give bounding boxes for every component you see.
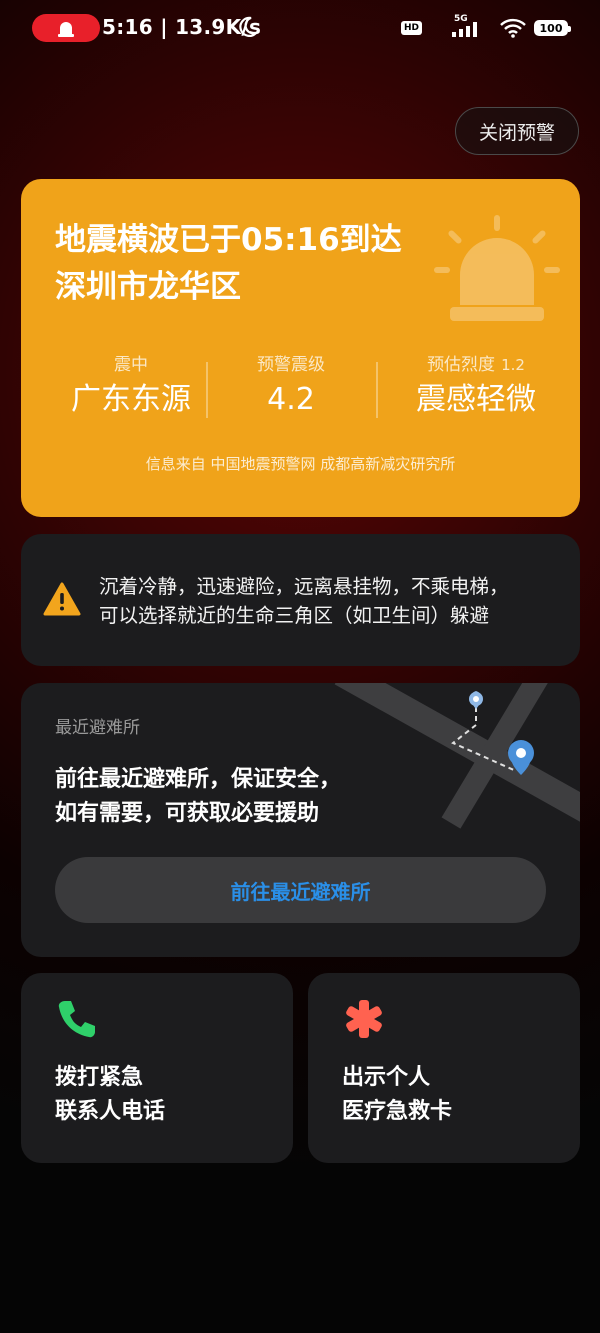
small-pin-icon [469,691,483,709]
magnitude-label: 预警震级 [257,355,325,375]
siren-icon [434,215,560,321]
siren-icon [58,22,74,37]
alert-pill[interactable] [32,14,100,42]
phone-icon [58,1001,95,1038]
medical-card[interactable]: 出示个人 医疗急救卡 [308,973,580,1163]
intensity-value: 震感轻微 [416,382,536,417]
call-line-2: 联系人电话 [55,1099,166,1124]
divider [376,362,378,418]
info-source: 信息来自 中国地震预警网 成都高新减灾研究所 [145,455,456,473]
advice-text: 沉着冷静，迅速避险，远离悬挂物，不乘电梯， 可以选择就近的生命三角区（如卫生间）… [99,572,509,630]
magnitude-stat: 预警震级 4.2 [226,354,356,422]
intensity-number: 1.2 [501,356,525,374]
map-illustration [334,683,580,829]
hd-badge: HD [400,21,422,35]
shelter-description: 前往最近避难所，保证安全， 如有需要，可获取必要援助 [55,763,341,831]
quake-stats: 震中 广东东源 预警震级 4.2 预估烈度 1.2 震感轻微 [21,354,580,424]
close-warning-button[interactable]: 关闭预警 [455,107,579,155]
battery-indicator: 100 [534,20,571,36]
intensity-label: 预估烈度 [427,355,496,375]
epicenter-value: 广东东源 [71,382,191,417]
advice-line-2: 可以选择就近的生命三角区（如卫生间）躲避 [99,604,490,627]
shelter-line-2: 如有需要，可获取必要援助 [55,801,320,826]
medical-line-2: 医疗急救卡 [342,1099,453,1124]
shelter-line-1: 前往最近避难所，保证安全， [55,767,342,792]
intensity-label-row: 预估烈度 1.2 [386,354,566,376]
shelter-section-label: 最近避难所 [55,718,140,738]
warning-triangle-icon [43,582,81,616]
status-bar: 5:16 | 13.9K/s HD 5G 100 [0,0,600,58]
medical-card-label: 出示个人 医疗急救卡 [342,1061,452,1129]
magnitude-value: 4.2 [267,382,315,417]
emergency-call-label: 拨打紧急 联系人电话 [55,1061,165,1129]
advice-line-1: 沉着冷静，迅速避险，远离悬挂物，不乘电梯， [99,575,509,598]
headline-line-2: 深圳市龙华区 [55,269,241,305]
earthquake-warning-card: 地震横波已于05:16到达 深圳市龙华区 震中 广东东源 预警震级 4.2 预估… [21,179,580,517]
emergency-call-card[interactable]: 拨打紧急 联系人电话 [21,973,293,1163]
divider [206,362,208,418]
headline-line-1: 地震横波已于05:16到达 [55,222,402,258]
wifi-icon [500,18,526,38]
signal-icon [452,22,477,37]
moon-icon [239,16,257,37]
call-line-1: 拨打紧急 [55,1065,144,1090]
go-to-shelter-button[interactable]: 前往最近避难所 [55,857,546,923]
epicenter-label: 震中 [114,355,148,375]
intensity-stat: 预估烈度 1.2 震感轻微 [386,354,566,422]
warning-headline: 地震横波已于05:16到达 深圳市龙华区 [55,217,402,311]
cell-signal: 5G [430,14,492,39]
medical-line-1: 出示个人 [342,1065,431,1090]
nearest-shelter-card: 最近避难所 前往最近避难所，保证安全， 如有需要，可获取必要援助 前往最近避难所 [21,683,580,957]
epicenter-stat: 震中 广东东源 [51,354,211,422]
safety-advice-card: 沉着冷静，迅速避险，远离悬挂物，不乘电梯， 可以选择就近的生命三角区（如卫生间）… [21,534,580,666]
medical-asterisk-icon [346,1000,382,1038]
